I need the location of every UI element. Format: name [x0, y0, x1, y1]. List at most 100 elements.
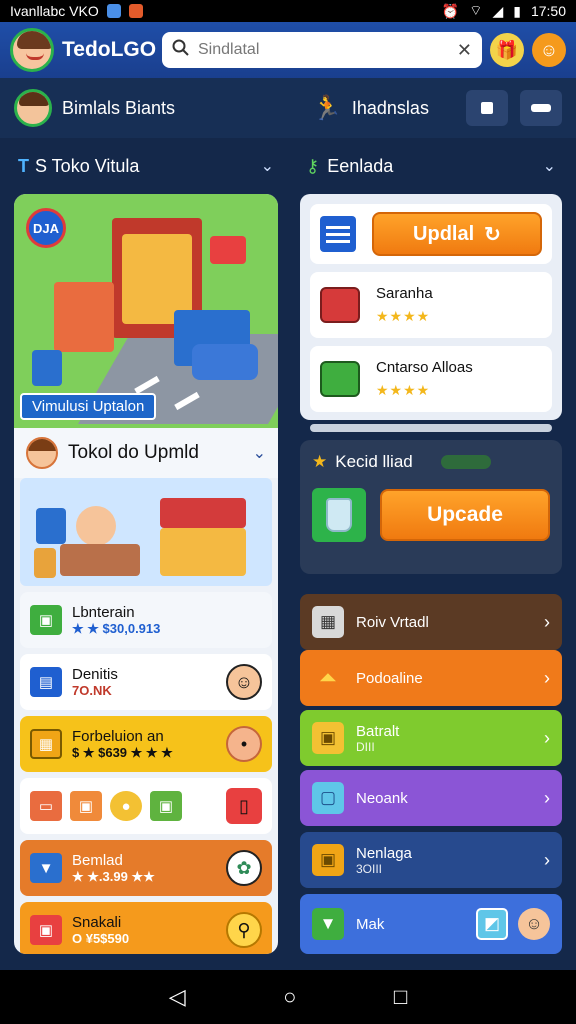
menu-toggle-button[interactable]: [520, 90, 562, 126]
update-row: Updlal ↻: [310, 204, 552, 264]
character-avatar: ☺: [518, 908, 550, 940]
goods-icon-row[interactable]: ▭ ▣ ● ▣ ▯: [20, 778, 272, 834]
menu-label: Roiv Vrtadl: [356, 613, 429, 631]
panel-scrollbar[interactable]: [310, 424, 552, 432]
text-t-icon: T: [18, 155, 29, 176]
battery-icon: ▮: [513, 2, 521, 19]
gift-icon[interactable]: 🎁: [490, 33, 524, 67]
right-section-header[interactable]: ⚷ Eenlada ⌄: [306, 148, 556, 184]
store-item-row[interactable]: ▣ Lbnterain ★ ★ $30,0.913: [20, 592, 272, 648]
reward-title: Saranha: [376, 285, 433, 302]
menu-row-review[interactable]: ▦ Roiv Vrtadl ›: [300, 594, 562, 650]
user-name: Bimlals Biants: [62, 97, 176, 118]
chevron-right-icon: ›: [544, 849, 550, 870]
app-logo-avatar: [10, 28, 54, 72]
bread-icon: ▭: [30, 791, 62, 821]
status-bar: Ivanllabc VKO ⏰ ⌔ ◢ ▮ 17:50: [0, 0, 576, 22]
home-icon[interactable]: ○: [283, 984, 296, 1010]
green-box-icon: ▣: [30, 605, 62, 635]
crate-icon: ▦: [30, 729, 62, 759]
recents-icon[interactable]: □: [394, 984, 407, 1010]
reward-stars: ★★★★: [376, 382, 431, 398]
cube-icon: ▢: [312, 782, 344, 814]
produce-stand: [160, 528, 246, 576]
store-item-row[interactable]: ▦ Forbeluion an $ ★ $639 ★ ★ ★ •: [20, 716, 272, 772]
item-price: 7O.NK: [72, 683, 112, 698]
search-input[interactable]: [198, 41, 449, 59]
refresh-icon: ↻: [484, 223, 501, 246]
shop-scene-illustration[interactable]: [20, 478, 272, 586]
menu-row-market[interactable]: ▼ Mak ◩ ☺: [300, 894, 562, 954]
menu-sublabel: DIII: [356, 739, 375, 754]
app-title: TedoLGO: [62, 38, 157, 61]
user-avatar[interactable]: [14, 89, 52, 127]
clear-search-icon[interactable]: ✕: [457, 40, 472, 61]
crate-icon: ▣: [312, 722, 344, 754]
shop-counter: [60, 544, 140, 576]
back-icon[interactable]: ◁: [169, 984, 186, 1010]
green-box-icon: ▣: [150, 791, 182, 821]
update-button[interactable]: Updlal ↻: [372, 212, 542, 256]
menu-label: Podoaline: [356, 669, 423, 687]
chevron-right-icon: ›: [544, 787, 550, 808]
menu-label: Neoank: [356, 789, 408, 807]
alarm-icon: ⏰: [441, 2, 460, 19]
shopkeeper-avatar: [26, 437, 58, 469]
record-button[interactable]: [466, 90, 508, 126]
store-card: DJA Vimulusi Uptalon Tokol do Upmld ⌄ ▣ …: [14, 194, 278, 954]
update-panel: Updlal ↻ Saranha ★★★★ Cntarso Alloas ★★★…: [300, 194, 562, 432]
store-hero-illustration[interactable]: DJA Vimulusi Uptalon: [14, 194, 278, 428]
blue-bag-icon: ▼: [30, 853, 62, 883]
item-title: Forbeluion an: [72, 727, 164, 745]
customer-avatar: ☺: [226, 664, 262, 700]
chevron-down-icon[interactable]: ⌄: [253, 443, 266, 463]
store-item-row[interactable]: ▣ Snakali O ¥5$590 ⚲: [20, 902, 272, 954]
magnifier-icon[interactable]: ⚲: [226, 912, 262, 948]
picture-icon: ◩: [476, 908, 508, 940]
store-card-title: Tokol do Upmld: [68, 442, 199, 463]
pig-face-icon: •: [226, 726, 262, 762]
user-status-label: Ihadnslas: [351, 97, 429, 118]
app-notification-icon: [128, 4, 143, 18]
small-stall: [54, 282, 114, 352]
hero-banner[interactable]: Vimulusi Uptalon: [20, 393, 157, 420]
upgrade-button[interactable]: Upcade: [380, 489, 550, 541]
grid-icon: ▦: [312, 606, 344, 638]
user-bar: Bimlals Biants 🏃 Ihadnslas: [0, 78, 576, 138]
item-price: ★ ★ $30,0.913: [72, 620, 161, 636]
key-icon: ⚷: [306, 155, 320, 176]
telegram-icon: [106, 4, 121, 18]
wifi-icon: ⌔: [469, 2, 483, 18]
left-section-header[interactable]: T S Toko Vitula ⌄: [18, 148, 274, 184]
chevron-down-icon[interactable]: ⌄: [543, 156, 556, 176]
reward-item[interactable]: Saranha ★★★★: [310, 272, 552, 338]
chevron-down-icon[interactable]: ⌄: [261, 156, 274, 176]
green-chest-icon: [320, 361, 360, 397]
search-bar[interactable]: ✕: [162, 32, 482, 68]
poster: [36, 508, 66, 544]
shopping-bag-icon: ▼: [312, 908, 344, 940]
store-card-header[interactable]: Tokol do Upmld ⌄: [14, 428, 278, 478]
update-button-label: Updlal: [413, 222, 475, 245]
menu-row-battery[interactable]: ▣ Batralt DIII ›: [300, 710, 562, 766]
bell-icon: ⏶: [319, 665, 337, 690]
store-item-row[interactable]: ▼ Bemlad ★ ★.3.99 ★★ ✿: [20, 840, 272, 896]
menu-row-network[interactable]: ▢ Neoank ›: [300, 770, 562, 826]
trash-bin-icon: [312, 488, 366, 542]
reward-title: Cntarso Alloas: [376, 359, 473, 376]
menu-row-manage[interactable]: ▣ Nenlaga 3OIII ›: [300, 832, 562, 888]
item-price: O ¥5$590: [72, 931, 130, 946]
red-box-icon: ▣: [30, 915, 62, 945]
promo-title: Kecid lliad: [335, 452, 413, 471]
runner-icon: 🏃: [312, 94, 342, 122]
delivery-van: [192, 344, 258, 380]
right-section-title: Eenlada: [327, 155, 394, 176]
promo-panel: ★ Kecid lliad Upcade: [300, 440, 562, 574]
profile-mascot-icon[interactable]: ☺: [532, 33, 566, 67]
fries-box: [34, 548, 56, 578]
store-item-row[interactable]: ▤ Denitis 7O.NK ☺: [20, 654, 272, 710]
item-title: Bemlad: [72, 851, 123, 869]
plant-icon: ✿: [226, 850, 262, 886]
menu-row-products[interactable]: ⏶ Podoaline ›: [300, 650, 562, 706]
reward-item[interactable]: Cntarso Alloas ★★★★: [310, 346, 552, 412]
